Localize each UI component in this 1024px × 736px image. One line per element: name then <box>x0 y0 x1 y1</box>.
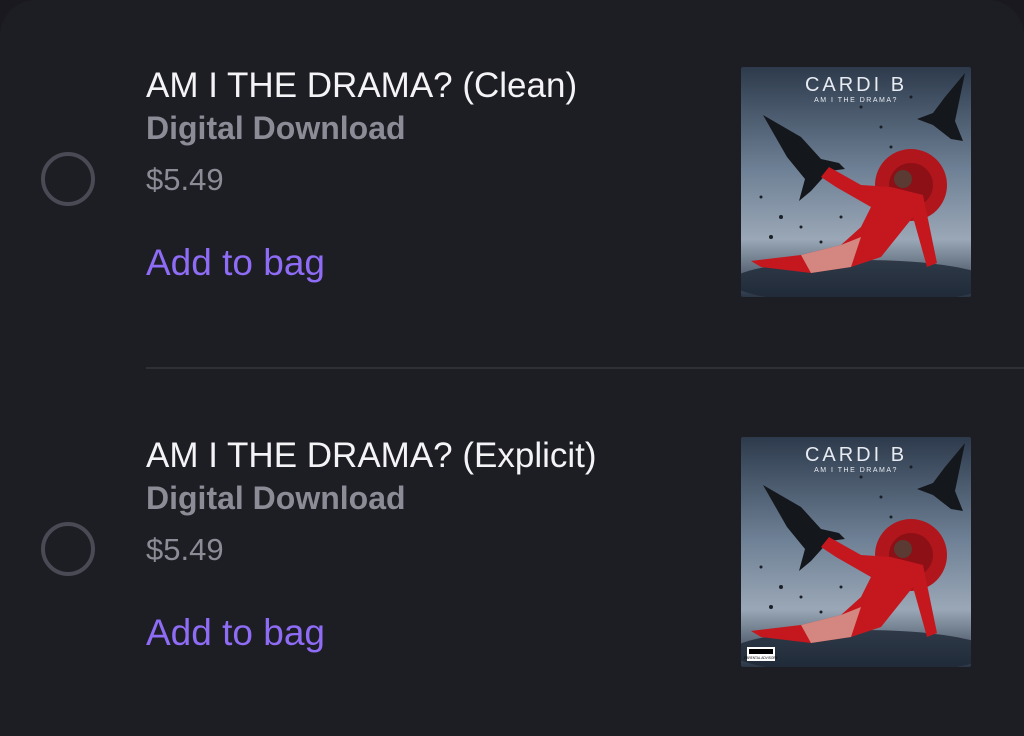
item-title: AM I THE DRAMA? (Explicit) <box>146 436 597 475</box>
cover-artist-text: CARDI B <box>805 444 907 466</box>
item-format: Digital Download <box>146 110 406 146</box>
cover-album-text: AM I THE DRAMA? <box>814 97 898 104</box>
svg-text:PARENTAL ADVISORY: PARENTAL ADVISORY <box>744 656 778 660</box>
purchase-option-explicit[interactable]: AM I THE DRAMA? (Explicit) Digital Downl… <box>0 410 1024 710</box>
option-radio-button[interactable] <box>41 522 95 576</box>
add-to-bag-button[interactable]: Add to bag <box>146 612 325 654</box>
item-price: $5.49 <box>146 532 224 567</box>
item-title: AM I THE DRAMA? (Clean) <box>146 66 578 105</box>
parental-advisory-label: PARENTAL ADVISORY <box>744 647 779 661</box>
album-cover: CARDI B AM I THE DRAMA? <box>741 67 971 297</box>
add-to-bag-button[interactable]: Add to bag <box>146 242 325 284</box>
cover-artist-text: CARDI B <box>805 74 907 96</box>
cover-album-text: AM I THE DRAMA? <box>814 467 898 474</box>
item-format: Digital Download <box>146 480 406 516</box>
album-cover: CARDI B AM I THE DRAMA? PARENTAL ADVISOR… <box>741 437 971 667</box>
item-divider <box>146 367 1024 369</box>
purchase-option-clean[interactable]: AM I THE DRAMA? (Clean) Digital Download… <box>0 40 1024 340</box>
purchase-options-panel: AM I THE DRAMA? (Clean) Digital Download… <box>0 0 1024 736</box>
option-radio-button[interactable] <box>41 152 95 206</box>
item-price: $5.49 <box>146 162 224 197</box>
